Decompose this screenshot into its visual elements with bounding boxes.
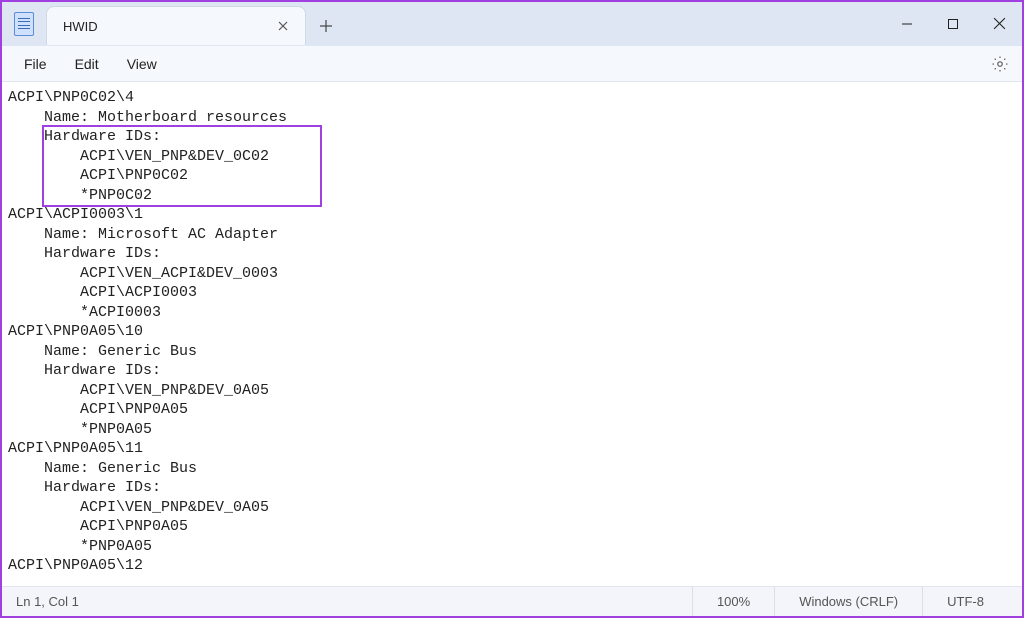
menu-view[interactable]: View <box>113 50 171 78</box>
settings-button[interactable] <box>988 52 1012 76</box>
tab-title: HWID <box>63 19 261 34</box>
status-encoding[interactable]: UTF-8 <box>922 587 1008 616</box>
window-controls <box>884 2 1022 45</box>
menu-edit[interactable]: Edit <box>61 50 113 78</box>
titlebar: HWID <box>2 2 1022 46</box>
tab-close-button[interactable] <box>269 12 297 40</box>
editor-text[interactable]: ACPI\PNP0C02\4 Name: Motherboard resourc… <box>2 82 1022 576</box>
menu-file[interactable]: File <box>10 50 61 78</box>
close-window-button[interactable] <box>976 8 1022 40</box>
window-frame: HWID File Edit View <box>0 0 1024 618</box>
minimize-button[interactable] <box>884 8 930 40</box>
editor-area[interactable]: ACPI\PNP0C02\4 Name: Motherboard resourc… <box>2 82 1022 586</box>
status-cursor: Ln 1, Col 1 <box>16 594 692 609</box>
tab-hwid[interactable]: HWID <box>46 6 306 45</box>
new-tab-button[interactable] <box>306 6 346 45</box>
statusbar: Ln 1, Col 1 100% Windows (CRLF) UTF-8 <box>2 586 1022 616</box>
status-line-ending[interactable]: Windows (CRLF) <box>774 587 922 616</box>
notepad-icon <box>14 12 34 36</box>
status-zoom[interactable]: 100% <box>692 587 774 616</box>
maximize-button[interactable] <box>930 8 976 40</box>
menubar: File Edit View <box>2 46 1022 82</box>
app-icon-wrap <box>2 2 46 45</box>
